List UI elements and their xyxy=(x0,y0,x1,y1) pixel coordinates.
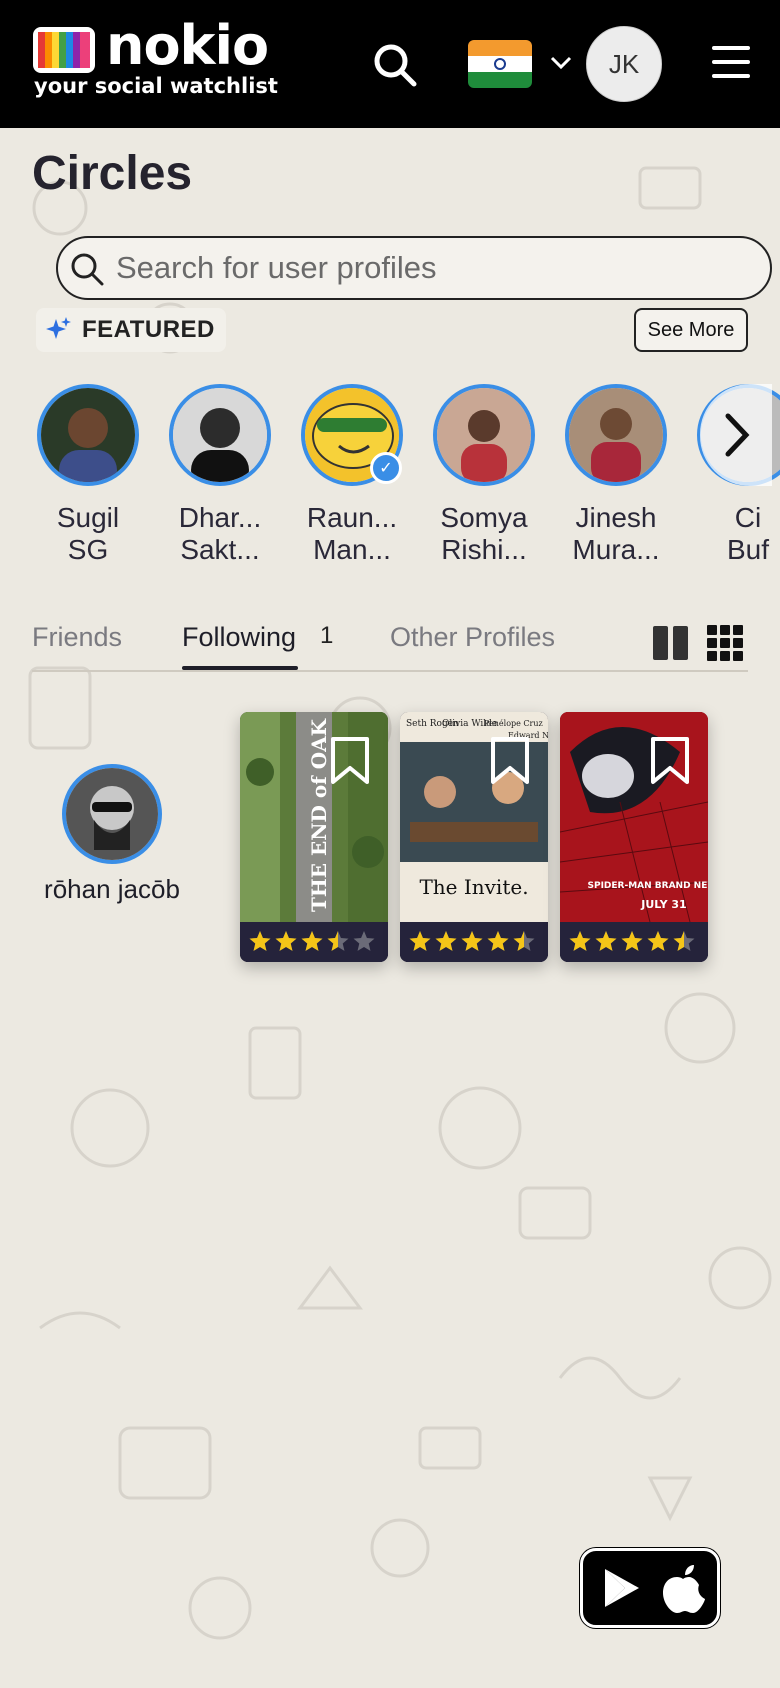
poster-title: THE END of OAK STREET xyxy=(307,712,331,912)
star-rating xyxy=(560,922,708,962)
top-nav-bar: nokio your social watchlist JK xyxy=(0,0,780,128)
page-title: Circles xyxy=(32,147,193,200)
featured-profile[interactable]: Dhar... Sakt... xyxy=(160,380,280,566)
user-avatar xyxy=(62,764,162,864)
poster-credit: Penélope Cruz xyxy=(484,719,543,728)
profile-avatar xyxy=(169,384,271,486)
bookmark-icon[interactable] xyxy=(330,736,370,786)
star-rating xyxy=(240,922,388,962)
app-badge-icons xyxy=(605,1565,705,1613)
hamburger-menu-icon[interactable] xyxy=(712,46,750,80)
logo-name: nokio xyxy=(106,14,269,77)
tab-friends[interactable]: Friends xyxy=(32,622,122,653)
poster-title: SPIDER-MAN BRAND NEW DAY xyxy=(587,881,708,891)
google-play-icon xyxy=(605,1569,639,1607)
featured-profile[interactable]: ✓ Raun... Man... xyxy=(292,380,412,566)
featured-profiles-carousel: Sugil SG Dhar... Sakt... ✓ Raun... Man..… xyxy=(0,380,780,570)
poster-title: The Invite. xyxy=(419,875,528,899)
tab-other-profiles[interactable]: Other Profiles xyxy=(390,622,555,653)
bookmark-icon[interactable] xyxy=(650,736,690,786)
two-column-view-icon[interactable] xyxy=(652,624,690,662)
star-rating xyxy=(400,922,548,962)
india-flag-icon[interactable] xyxy=(468,40,532,88)
app-download-badge[interactable] xyxy=(580,1548,720,1628)
tv-logo-icon xyxy=(33,27,95,73)
apple-icon xyxy=(663,1565,705,1613)
search-icon[interactable] xyxy=(372,42,418,88)
grid-view-icon[interactable] xyxy=(706,624,744,662)
featured-profile[interactable]: Somya Rishi... xyxy=(424,380,544,566)
profile-name: Raun... Man... xyxy=(306,502,398,565)
user-avatar[interactable]: JK xyxy=(586,26,662,102)
watchlist-poster[interactable]: THE END of OAK STREET xyxy=(240,712,388,962)
chevron-down-icon[interactable] xyxy=(550,56,572,70)
featured-profile[interactable]: Sugil SG xyxy=(28,380,148,566)
sparkle-icon xyxy=(46,317,71,339)
tab-following[interactable]: Following xyxy=(182,622,296,653)
following-count-badge: 1 xyxy=(320,622,334,649)
profile-avatar xyxy=(433,384,535,486)
bookmark-icon[interactable] xyxy=(490,736,530,786)
featured-text: FEATURED xyxy=(82,316,215,343)
verified-badge-icon: ✓ xyxy=(370,452,402,484)
active-tab-indicator xyxy=(182,666,298,670)
profile-name: Dhar... Sakt... xyxy=(178,502,262,565)
search-icon xyxy=(71,253,104,286)
featured-profile[interactable]: Jinesh Mura... xyxy=(556,380,676,566)
watchlist-poster[interactable]: Seth Rogen Olivia Wilde Penélope Cruz Ed… xyxy=(400,712,548,962)
search-input[interactable] xyxy=(116,248,756,288)
profile-name: Ci Buf xyxy=(726,502,770,565)
watchlist-poster[interactable]: SPIDER-MAN BRAND NEW DAY JULY 31 xyxy=(560,712,708,962)
poster-date: JULY 31 xyxy=(640,898,686,911)
profile-avatar xyxy=(565,384,667,486)
profile-name: Sugil SG xyxy=(56,502,120,565)
following-user[interactable]: rōhan jacōb xyxy=(40,764,184,905)
circle-tabs: Friends Following 1 Other Profiles xyxy=(32,620,748,672)
profile-search-bar[interactable] xyxy=(56,236,772,300)
user-name: rōhan jacōb xyxy=(44,874,180,904)
profile-name: Jinesh Mura... xyxy=(572,502,660,565)
logo-tagline: your social watchlist xyxy=(34,74,278,98)
profile-name: Somya Rishi... xyxy=(440,502,528,565)
see-more-button[interactable]: See More xyxy=(634,308,748,352)
profile-avatar xyxy=(37,384,139,486)
featured-label: FEATURED xyxy=(36,308,226,352)
